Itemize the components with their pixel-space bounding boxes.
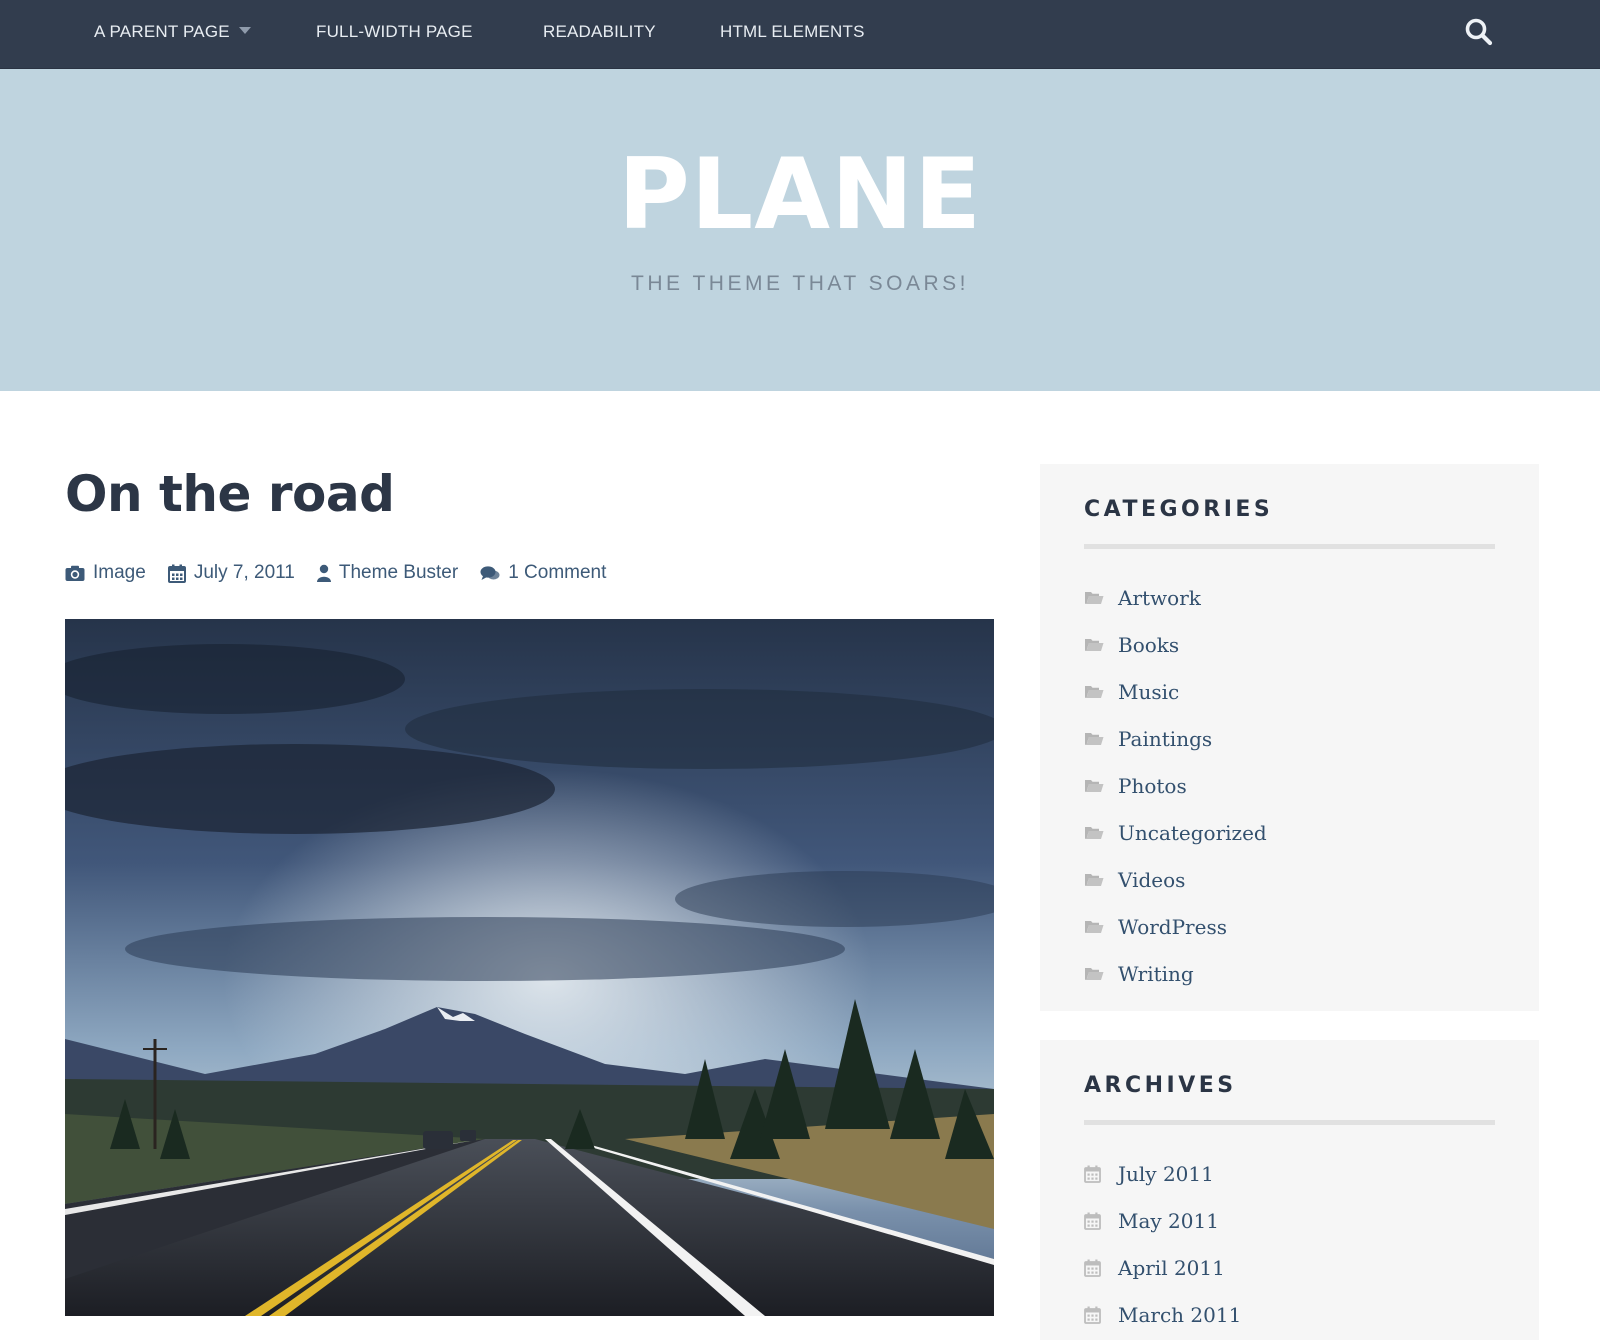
post-format-link[interactable]: Image	[65, 562, 146, 584]
calendar-icon	[167, 564, 186, 583]
post-format-label: Image	[93, 562, 146, 583]
nav-item-label: A PARENT PAGE	[94, 22, 230, 41]
nav-item-readability[interactable]: READABILITY	[543, 22, 656, 42]
category-link-label: Paintings	[1118, 726, 1213, 751]
widget-title: CATEGORIES	[1084, 497, 1274, 522]
archive-link[interactable]: May 2011	[1084, 1197, 1241, 1244]
site-title[interactable]: PLANE	[0, 135, 1600, 255]
folder-open-icon	[1084, 637, 1118, 653]
archive-link-label: March 2011	[1118, 1302, 1242, 1327]
calendar-icon	[1084, 1259, 1118, 1277]
folder-open-icon	[1084, 825, 1118, 841]
category-list: Artwork Books Music Paintings Photos Uncatego…	[1084, 574, 1267, 997]
archive-link[interactable]: July 2011	[1084, 1150, 1241, 1197]
folder-open-icon	[1084, 919, 1118, 935]
archives-widget: ARCHIVES July 2011 May 2011 April 2011 Marc…	[1040, 1040, 1539, 1340]
archive-link[interactable]: March 2011	[1084, 1291, 1241, 1338]
search-icon	[1465, 18, 1493, 46]
archive-link[interactable]: April 2011	[1084, 1244, 1241, 1291]
category-link[interactable]: WordPress	[1084, 903, 1267, 950]
camera-icon	[65, 565, 85, 581]
nav-item-label: READABILITY	[543, 22, 656, 41]
folder-open-icon	[1084, 778, 1118, 794]
archive-link-label: July 2011	[1118, 1161, 1214, 1186]
search-button[interactable]	[1464, 17, 1494, 47]
category-link-label: Writing	[1118, 961, 1194, 986]
road-landscape-image	[65, 619, 994, 1316]
nav-item-full-width-page[interactable]: FULL-WIDTH PAGE	[316, 22, 473, 42]
post-author: Theme Buster	[338, 562, 459, 583]
category-link[interactable]: Writing	[1084, 950, 1267, 997]
category-link-label: Uncategorized	[1118, 820, 1267, 845]
category-link[interactable]: Photos	[1084, 762, 1267, 809]
nav-item-parent-page[interactable]: A PARENT PAGE	[94, 22, 251, 42]
post-title[interactable]: On the road	[65, 462, 395, 526]
post-author-link[interactable]: Theme Buster	[316, 562, 459, 584]
folder-open-icon	[1084, 590, 1118, 606]
category-link-label: WordPress	[1118, 914, 1227, 939]
archive-link-label: April 2011	[1118, 1255, 1225, 1280]
nav-item-html-elements[interactable]: HTML ELEMENTS	[720, 22, 865, 42]
widget-title: ARCHIVES	[1084, 1073, 1237, 1098]
post-date-link[interactable]: July 7, 2011	[167, 562, 295, 584]
featured-image[interactable]	[65, 619, 994, 1316]
archive-list: July 2011 May 2011 April 2011 March 2011	[1084, 1150, 1241, 1338]
calendar-icon	[1084, 1165, 1118, 1183]
folder-open-icon	[1084, 684, 1118, 700]
category-link[interactable]: Books	[1084, 621, 1267, 668]
category-link[interactable]: Music	[1084, 668, 1267, 715]
category-link-label: Photos	[1118, 773, 1187, 798]
category-link-label: Videos	[1118, 867, 1186, 892]
categories-widget: CATEGORIES Artwork Books Music Paintings Pho…	[1040, 464, 1539, 1011]
category-link-label: Music	[1118, 679, 1180, 704]
folder-open-icon	[1084, 966, 1118, 982]
category-link[interactable]: Artwork	[1084, 574, 1267, 621]
post-comments: 1 Comment	[508, 562, 607, 583]
calendar-icon	[1084, 1212, 1118, 1230]
widget-divider	[1084, 544, 1495, 549]
category-link[interactable]: Uncategorized	[1084, 809, 1267, 856]
post-comments-link[interactable]: 1 Comment	[480, 562, 606, 584]
site-header: PLANE THE THEME THAT SOARS!	[0, 69, 1600, 391]
folder-open-icon	[1084, 731, 1118, 747]
folder-open-icon	[1084, 872, 1118, 888]
category-link-label: Books	[1118, 632, 1180, 657]
post-meta: Image July 7, 2011 Theme Buster 1 Commen…	[65, 560, 628, 586]
category-link-label: Artwork	[1118, 585, 1201, 610]
category-link[interactable]: Videos	[1084, 856, 1267, 903]
top-navigation: A PARENT PAGE FULL-WIDTH PAGE READABILIT…	[0, 0, 1600, 69]
archive-link-label: May 2011	[1118, 1208, 1219, 1233]
widget-divider	[1084, 1120, 1495, 1125]
nav-item-label: FULL-WIDTH PAGE	[316, 22, 473, 41]
nav-item-label: HTML ELEMENTS	[720, 22, 865, 41]
chevron-down-icon	[238, 27, 251, 34]
site-tagline: THE THEME THAT SOARS!	[631, 272, 969, 295]
category-link[interactable]: Paintings	[1084, 715, 1267, 762]
user-icon	[316, 564, 331, 582]
calendar-icon	[1084, 1306, 1118, 1324]
post-date: July 7, 2011	[193, 562, 295, 583]
comments-icon	[480, 565, 500, 580]
